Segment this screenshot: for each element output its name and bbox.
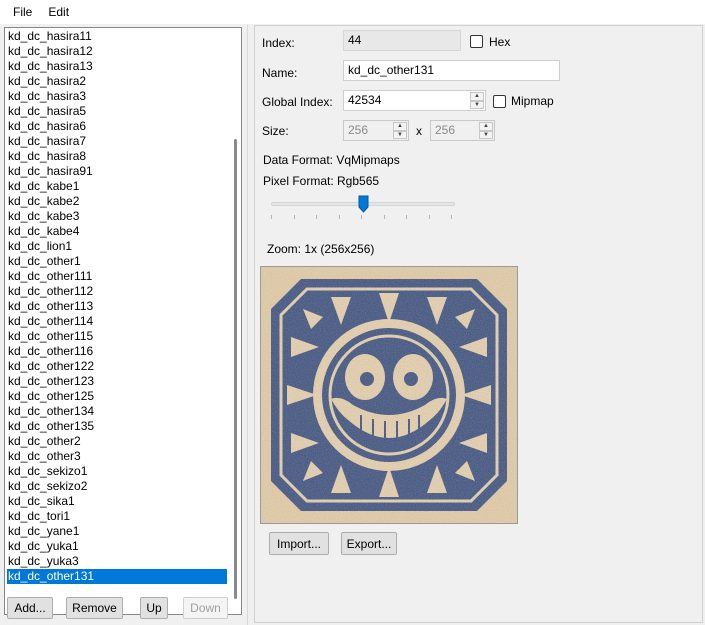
mipmap-label: Mipmap (511, 94, 554, 108)
name-input[interactable]: kd_dc_other131 (343, 60, 560, 81)
texture-list-item[interactable]: kd_dc_hasira2 (7, 74, 227, 89)
hex-label: Hex (489, 35, 511, 49)
texture-list-item[interactable]: kd_dc_sika1 (7, 494, 227, 509)
size-label: Size: (262, 124, 289, 138)
zoom-label: Zoom: 1x (256x256) (267, 242, 375, 256)
texture-preview (260, 266, 518, 524)
spin-down-icon[interactable]: ▼ (479, 130, 493, 139)
slider-tick (293, 215, 295, 219)
height-input[interactable]: 256 ▲ ▼ (430, 120, 495, 141)
menu-bar: File Edit (0, 0, 705, 24)
slider-tick (361, 215, 362, 219)
export-button[interactable]: Export... (341, 532, 397, 555)
global-index-spinner[interactable]: ▲ ▼ (470, 92, 484, 109)
texture-list-item[interactable]: kd_dc_other113 (7, 299, 227, 314)
texture-list-item[interactable]: kd_dc_yane1 (7, 524, 227, 539)
texture-list-pane: kd_dc_hasira11 kd_dc_hasira12 kd_dc_hasira… (0, 25, 248, 625)
spin-up-icon[interactable]: ▲ (479, 122, 493, 131)
texture-list-item[interactable]: kd_dc_hasira7 (7, 134, 227, 149)
texture-list-item[interactable]: kd_dc_other135 (7, 419, 227, 434)
texture-list-item[interactable]: kd_dc_other3 (7, 449, 227, 464)
texture-list-item[interactable]: kd_dc_other131 (7, 569, 227, 584)
texture-list-item[interactable]: kd_dc_other112 (7, 284, 227, 299)
texture-list-item[interactable]: kd_dc_hasira11 (7, 29, 227, 44)
width-value: 256 (348, 123, 369, 137)
data-format-text: Data Format: VqMipmaps (263, 153, 400, 167)
slider-tick (338, 215, 340, 219)
texture-list-item[interactable]: kd_dc_kabe3 (7, 209, 227, 224)
texture-list-item[interactable]: kd_dc_hasira13 (7, 59, 227, 74)
slider-tick (383, 215, 385, 219)
texture-list-item[interactable]: kd_dc_yuka3 (7, 554, 227, 569)
texture-list-item[interactable]: kd_dc_yuka1 (7, 539, 227, 554)
texture-list-item[interactable]: kd_dc_hasira5 (7, 104, 227, 119)
texture-image (261, 267, 517, 523)
spin-down-icon[interactable]: ▼ (393, 130, 407, 139)
import-button[interactable]: Import... (269, 532, 329, 555)
texture-list-item[interactable]: kd_dc_sekizo2 (7, 479, 227, 494)
hex-checkbox[interactable] (470, 35, 483, 48)
texture-list-item[interactable]: kd_dc_lion1 (7, 239, 227, 254)
texture-list-item[interactable]: kd_dc_tori1 (7, 509, 227, 524)
texture-list-items: kd_dc_hasira11 kd_dc_hasira12 kd_dc_hasira… (7, 29, 227, 584)
width-spinner[interactable]: ▲ ▼ (393, 122, 407, 139)
index-field: 44 (343, 30, 461, 51)
texture-list-item[interactable]: kd_dc_hasira12 (7, 44, 227, 59)
width-input[interactable]: 256 ▲ ▼ (343, 120, 409, 141)
texture-list-item[interactable]: kd_dc_other1 (7, 254, 227, 269)
spin-up-icon[interactable]: ▲ (470, 92, 484, 101)
spin-up-icon[interactable]: ▲ (393, 122, 407, 131)
pixel-format-text: Pixel Format: Rgb565 (263, 174, 380, 188)
texture-list-item[interactable]: kd_dc_other134 (7, 404, 227, 419)
down-button[interactable]: Down (183, 597, 228, 619)
global-index-input[interactable]: 42534 ▲ ▼ (343, 90, 486, 111)
zoom-slider-thumb[interactable] (358, 195, 369, 213)
name-label: Name: (262, 66, 298, 80)
texture-list-item[interactable]: kd_dc_kabe2 (7, 194, 227, 209)
texture-list-item[interactable]: kd_dc_hasira6 (7, 119, 227, 134)
global-index-label: Global Index: (262, 95, 333, 109)
slider-tick (316, 215, 317, 219)
global-index-value: 42534 (348, 93, 382, 107)
texture-list-item[interactable]: kd_dc_hasira8 (7, 149, 227, 164)
slider-tick (406, 215, 407, 219)
slider-tick (428, 215, 430, 219)
texture-list-item[interactable]: kd_dc_hasira91 (7, 164, 227, 179)
texture-list-item[interactable]: kd_dc_other115 (7, 329, 227, 344)
texture-listbox[interactable]: kd_dc_hasira11 kd_dc_hasira12 kd_dc_hasira… (4, 27, 242, 615)
height-spinner[interactable]: ▲ ▼ (479, 122, 493, 139)
up-button[interactable]: Up (140, 597, 168, 619)
texture-list-item[interactable]: kd_dc_other2 (7, 434, 227, 449)
texture-list-item[interactable]: kd_dc_kabe4 (7, 224, 227, 239)
mipmap-checkbox[interactable] (493, 95, 506, 108)
texture-list-item[interactable]: kd_dc_other123 (7, 374, 227, 389)
menu-file[interactable]: File (5, 0, 40, 24)
height-value: 256 (435, 123, 456, 137)
texture-list-item[interactable]: kd_dc_hasira3 (7, 89, 227, 104)
texture-list-item[interactable]: kd_dc_other116 (7, 344, 227, 359)
remove-button[interactable]: Remove (66, 597, 123, 619)
slider-tick (451, 215, 452, 219)
add-button[interactable]: Add... (7, 597, 53, 619)
texture-list-item[interactable]: kd_dc_other114 (7, 314, 227, 329)
index-label: Index: (262, 36, 295, 50)
texture-list-item[interactable]: kd_dc_kabe1 (7, 179, 227, 194)
texture-list-item[interactable]: kd_dc_other111 (7, 269, 227, 284)
texture-list-item[interactable]: kd_dc_other125 (7, 389, 227, 404)
menu-edit[interactable]: Edit (40, 0, 77, 24)
texture-properties-pane: Index: 44 Hex Name: kd_dc_other131 Globa… (254, 25, 703, 623)
scrollbar-thumb[interactable] (234, 139, 237, 599)
spin-down-icon[interactable]: ▼ (470, 100, 484, 109)
list-scrollbar[interactable] (230, 29, 240, 613)
size-x-label: x (416, 124, 422, 138)
texture-list-item[interactable]: kd_dc_other122 (7, 359, 227, 374)
slider-tick (271, 215, 272, 219)
texture-list-item[interactable]: kd_dc_sekizo1 (7, 464, 227, 479)
